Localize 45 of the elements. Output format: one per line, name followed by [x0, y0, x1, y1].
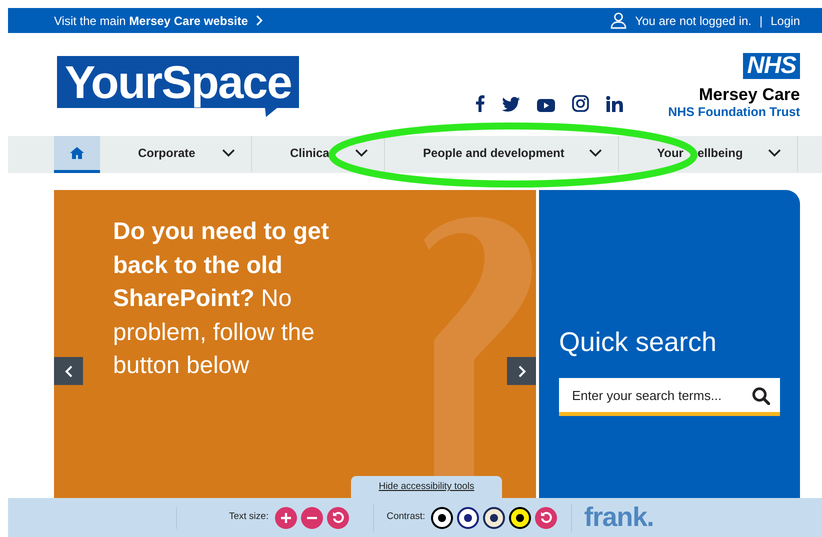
contrast-option-icon[interactable] — [431, 506, 454, 528]
website-link[interactable]: Visit the main Mersey Care website — [54, 12, 248, 30]
plus-button[interactable] — [274, 506, 297, 528]
contrast-option-icon[interactable] — [509, 506, 532, 528]
home-icon — [70, 147, 84, 159]
separator: | — [760, 12, 763, 30]
nhs-badge: NHS — [743, 53, 800, 79]
quick-search-title: Quick search — [559, 326, 718, 359]
text-size-label: Text size: — [229, 510, 269, 524]
chevron-right-icon — [518, 364, 526, 378]
nav-tab[interactable]: Your ellbeing — [619, 136, 798, 173]
linkedin-icon[interactable] — [606, 96, 624, 112]
nav-tab[interactable]: Clinica — [252, 136, 385, 173]
contrast-option-icon[interactable] — [483, 506, 506, 528]
camera-icon[interactable] — [572, 95, 590, 112]
contrast-label: Contrast: — [386, 510, 426, 524]
speech-tail-icon — [265, 108, 277, 117]
facebook-icon[interactable] — [475, 95, 486, 112]
reset-button[interactable] — [326, 506, 349, 528]
chevron-down-icon — [768, 149, 781, 157]
twitter-icon[interactable] — [502, 97, 520, 112]
previous-button[interactable] — [54, 357, 83, 385]
login-link[interactable]: Login — [770, 12, 800, 30]
chevron-left-icon — [64, 364, 72, 378]
next-button[interactable] — [507, 357, 536, 385]
reset-button[interactable] — [535, 506, 558, 528]
minus-button[interactable] — [300, 506, 323, 528]
video-play-icon[interactable] — [537, 99, 556, 112]
search-icon[interactable] — [752, 387, 770, 405]
chevron-down-icon — [589, 149, 602, 157]
hide-accessibility-link[interactable]: Hide accessibility tools — [351, 476, 502, 498]
chevron-down-icon — [222, 149, 235, 157]
chevron-right-icon — [256, 15, 263, 26]
nav-tab[interactable]: People and development — [385, 136, 619, 173]
nav-tab[interactable]: Corporate — [100, 136, 252, 173]
yourspace-logo[interactable]: YourSpace — [57, 56, 299, 108]
home-tab[interactable] — [54, 136, 100, 173]
hero-text: Do you need to get back to the old SharePoint? No problem, follow the button below — [113, 217, 330, 381]
login-status: You are not logged in. — [635, 12, 752, 30]
org-subtitle: NHS Foundation Trust — [668, 105, 800, 120]
org-name: Mersey Care — [698, 85, 800, 105]
chevron-down-icon — [355, 149, 368, 157]
contrast-option-icon[interactable] — [457, 506, 480, 528]
search-field[interactable]: Enter your search terms... — [559, 378, 780, 416]
user-icon — [610, 12, 628, 29]
